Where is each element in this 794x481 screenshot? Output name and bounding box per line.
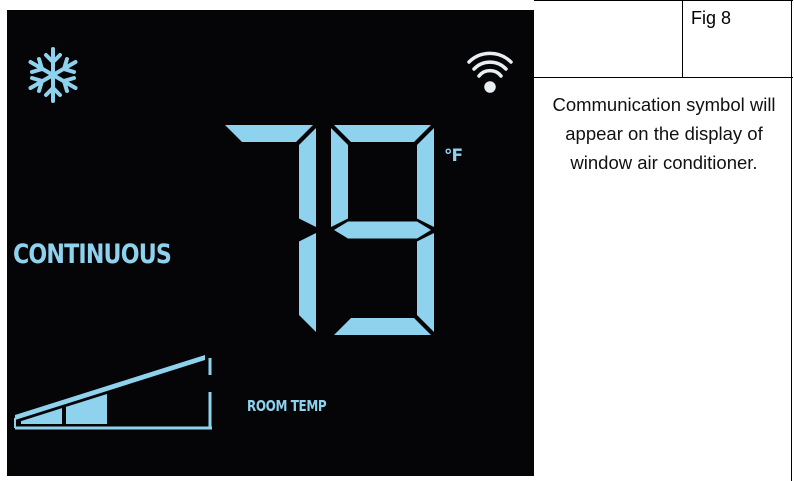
digit-segment: [299, 233, 316, 332]
mode-label: CONTINUOUS: [13, 239, 172, 270]
temperature-digits: [225, 125, 434, 335]
digit-segment: [331, 128, 348, 227]
snowflake-icon: [28, 47, 78, 103]
caption-table: [534, 0, 793, 481]
wifi-icon: [467, 51, 513, 93]
ac-display-panel: CONTINUOUS °F ROOM TEMP: [7, 10, 534, 476]
temperature-unit: °F: [444, 146, 463, 166]
fan-speed-indicator: [14, 355, 212, 430]
room-temp-label: ROOM TEMP: [247, 397, 327, 415]
digit-segment: [334, 221, 431, 239]
figure-label: Fig 8: [691, 8, 732, 28]
digit-segment: [225, 125, 313, 142]
temperature-digit: [225, 125, 316, 332]
digit-segment: [334, 318, 431, 335]
digit-segment: [334, 125, 431, 142]
digit-segment: [417, 233, 434, 332]
caption-text: Communication symbol will appear on the …: [552, 94, 776, 173]
digit-segment: [299, 128, 316, 227]
temperature-digit: [331, 125, 434, 335]
digit-segment: [417, 128, 434, 227]
